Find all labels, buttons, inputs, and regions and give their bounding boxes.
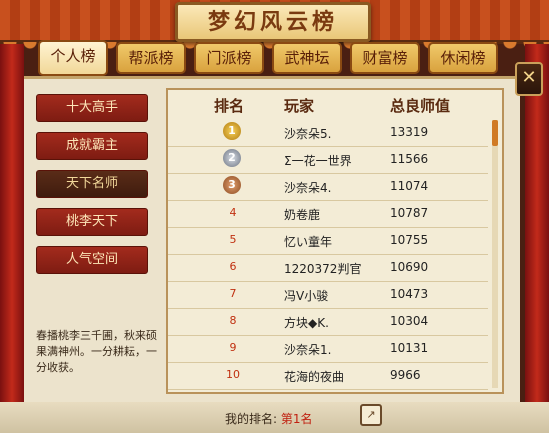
close-button[interactable]: ✕ (515, 62, 543, 96)
tab-personal[interactable]: 个人榜 (38, 40, 108, 76)
player-name: 冯V小骏 (284, 289, 329, 303)
rank-number: 8 (229, 314, 237, 327)
rank-number: 6 (229, 260, 237, 273)
tab-wealth[interactable]: 财富榜 (350, 42, 420, 74)
title-banner: 梦幻风云榜 (175, 2, 371, 42)
my-rank-label: 我的排名: (225, 412, 278, 426)
table-row[interactable]: 7 冯V小骏 10473 (168, 282, 488, 309)
table-row[interactable]: 2 Σ一花一世界 11566 (168, 147, 488, 174)
silver-medal-icon: 2 (223, 149, 241, 167)
player-value: 13319 (390, 125, 429, 139)
table-header: 排名 玩家 总良师值 (168, 90, 502, 118)
header-rank: 排名 (214, 97, 245, 115)
player-value: 11074 (390, 179, 429, 193)
player-name: 奶卷鹿 (284, 208, 321, 222)
table-row[interactable]: 1 沙奈朵5. 13319 (168, 120, 488, 147)
rank-number: 9 (229, 341, 237, 354)
table-row[interactable]: 9 沙奈朵1. 10131 (168, 336, 488, 363)
rank-number: 4 (229, 206, 237, 219)
side-item-popularity[interactable]: 人气空间 (36, 246, 148, 274)
player-value: 10131 (390, 341, 429, 355)
my-rank-value: 第1名 (280, 412, 313, 426)
share-button[interactable]: ↗ (360, 404, 382, 426)
close-icon: ✕ (521, 67, 537, 88)
rank-number: 7 (229, 287, 237, 300)
player-name: 1220372判官 (284, 262, 362, 276)
player-name: 花海的夜曲 (284, 370, 345, 384)
share-icon: ↗ (366, 408, 376, 421)
side-item-peach-plum[interactable]: 桃李天下 (36, 208, 148, 236)
player-name: 方块◆K. (284, 316, 329, 330)
left-pillar (0, 44, 24, 404)
player-name: 沙奈朵5. (284, 127, 332, 141)
player-value: 10473 (390, 287, 429, 301)
table-row[interactable]: 5 忆い童年 10755 (168, 228, 488, 255)
rank-number: 5 (229, 233, 237, 246)
table-row[interactable]: 4 奶卷鹿 10787 (168, 201, 488, 228)
tab-guild[interactable]: 帮派榜 (116, 42, 186, 74)
bronze-medal-icon: 3 (223, 176, 241, 194)
player-value: 10755 (390, 233, 429, 247)
table-row[interactable]: 3 沙奈朵4. 11074 (168, 174, 488, 201)
side-item-top-ten[interactable]: 十大高手 (36, 94, 148, 122)
table-row[interactable]: 6 1220372判官 10690 (168, 255, 488, 282)
player-name: 忆い童年 (284, 235, 333, 249)
table-row[interactable]: 8 方块◆K. 10304 (168, 309, 488, 336)
side-item-famous-teacher[interactable]: 天下名师 (36, 170, 148, 198)
header-value: 总良师值 (390, 97, 451, 115)
player-name: Σ一花一世界 (284, 154, 352, 168)
rank-number: 10 (226, 368, 240, 381)
player-name: 沙奈朵1. (284, 343, 332, 357)
player-value: 10690 (390, 260, 429, 274)
tab-school[interactable]: 门派榜 (194, 42, 264, 74)
side-item-achievement[interactable]: 成就霸主 (36, 132, 148, 160)
player-value: 10304 (390, 314, 429, 328)
tab-bar: 个人榜 帮派榜 门派榜 武神坛 财富榜 休闲榜 (38, 40, 498, 76)
my-rank: 我的排名: 第1名 (225, 410, 313, 427)
page-title: 梦幻风云榜 (207, 9, 338, 35)
table-row[interactable]: 10 花海的夜曲 9966 (168, 363, 488, 390)
tab-leisure[interactable]: 休闲榜 (428, 42, 498, 74)
quote-text: 春播桃李三千圃，秋来硕果满神州。一分耕耘，一分收获。 (36, 329, 157, 374)
player-value: 9966 (390, 368, 421, 382)
header-player: 玩家 (284, 97, 315, 115)
scrollbar-thumb[interactable] (492, 120, 498, 146)
gold-medal-icon: 1 (223, 122, 241, 140)
player-value: 10787 (390, 206, 429, 220)
ranking-table: 排名 玩家 总良师值 1 沙奈朵5. 13319 2 Σ一花一世界 11566 … (166, 88, 504, 394)
tab-war-god[interactable]: 武神坛 (272, 42, 342, 74)
player-name: 沙奈朵4. (284, 181, 332, 195)
right-pillar (525, 44, 549, 404)
scrollbar[interactable] (492, 120, 498, 388)
player-value: 11566 (390, 152, 429, 166)
